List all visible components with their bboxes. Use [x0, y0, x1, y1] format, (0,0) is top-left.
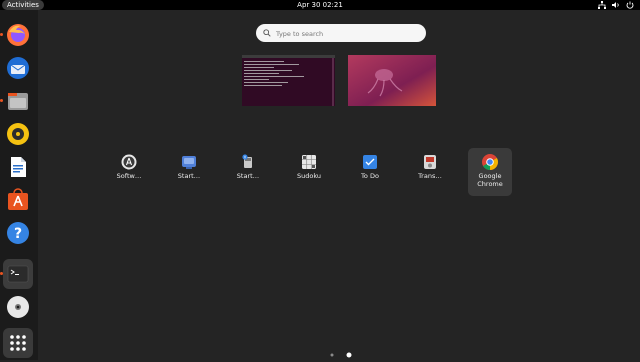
wallpaper-preview [348, 55, 436, 106]
app-startup-disk[interactable]: Start… [167, 148, 211, 196]
dock-item-dvd[interactable] [3, 292, 33, 322]
chrome-icon [482, 154, 498, 170]
dock-item-rhythmbox[interactable] [3, 119, 33, 149]
startup-disk-icon [182, 156, 196, 169]
volume-icon [612, 2, 619, 8]
top-bar: Activities Apr 30 02:21 [0, 0, 640, 10]
page-dot-2[interactable] [346, 352, 352, 358]
ubuntu-software-icon [8, 188, 28, 210]
power-icon [626, 1, 634, 9]
firefox-icon [7, 24, 29, 46]
files-icon [8, 93, 28, 110]
show-applications-button[interactable] [3, 328, 33, 358]
app-startup-applications[interactable]: Start… [226, 148, 270, 196]
app-transmission[interactable]: Trans… [408, 148, 452, 196]
software-icon [121, 154, 137, 170]
system-tray[interactable] [598, 0, 634, 10]
app-to-do[interactable]: To Do [348, 148, 392, 196]
app-label: To Do [361, 172, 379, 180]
clock[interactable]: Apr 30 02:21 [0, 0, 640, 10]
app-google-chrome[interactable]: Google Chrome [468, 148, 512, 196]
app-label: Trans… [418, 172, 442, 180]
dock-item-writer[interactable] [3, 152, 33, 182]
svg-text:?: ? [14, 226, 22, 242]
transmission-icon [424, 155, 436, 169]
thunderbird-icon [7, 57, 29, 79]
terminal-icon [7, 265, 29, 283]
app-software[interactable]: Softw… [107, 148, 151, 196]
todo-icon [363, 155, 377, 169]
disc-icon [7, 296, 29, 318]
page-indicator[interactable] [329, 352, 353, 358]
dock-item-ubuntu-software[interactable] [3, 185, 33, 215]
terminal-window-preview [242, 55, 335, 106]
app-label: Start… [236, 172, 260, 180]
dock-item-help[interactable]: ? [3, 218, 33, 248]
search-input[interactable] [274, 26, 423, 42]
startup-apps-icon [242, 154, 252, 168]
network-icon [598, 1, 606, 9]
app-label: Softw… [116, 172, 142, 180]
dock-item-terminal[interactable] [3, 259, 33, 289]
writer-icon [11, 157, 26, 177]
workspace-thumbnail-1[interactable] [242, 55, 335, 106]
workspace-thumbnail-2[interactable] [348, 55, 436, 106]
rhythmbox-icon [7, 123, 29, 145]
dock-item-thunderbird[interactable] [3, 53, 33, 83]
dock-item-firefox[interactable] [3, 20, 33, 50]
app-label: Sudoku [296, 172, 322, 180]
app-label: Google Chrome [477, 172, 503, 188]
dock: ? [0, 10, 38, 360]
grid-icon [10, 335, 26, 351]
app-label: Start… [177, 172, 201, 180]
dock-item-files[interactable] [3, 86, 33, 116]
search-icon [263, 29, 271, 37]
help-icon: ? [7, 222, 29, 244]
page-dot-1[interactable] [330, 353, 334, 357]
app-sudoku[interactable]: Sudoku [287, 148, 331, 196]
sudoku-icon [302, 155, 316, 169]
search-box[interactable] [256, 24, 426, 42]
